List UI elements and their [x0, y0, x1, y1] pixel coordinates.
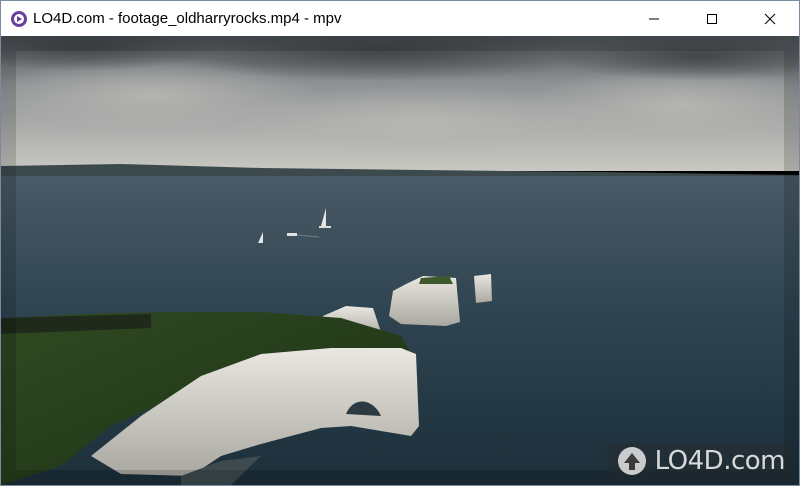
video-frame: [1, 36, 799, 485]
title-bar[interactable]: LO4D.com - footage_oldharryrocks.mp4 - m…: [1, 1, 799, 36]
lo4d-watermark: LO4D.com: [606, 443, 793, 479]
maximize-icon: [707, 13, 717, 24]
minimize-icon: [649, 18, 659, 19]
maximize-button[interactable]: [683, 1, 741, 36]
window-title: LO4D.com - footage_oldharryrocks.mp4 - m…: [33, 10, 342, 27]
minimize-button[interactable]: [625, 1, 683, 36]
mpv-window: LO4D.com - footage_oldharryrocks.mp4 - m…: [0, 0, 800, 486]
close-button[interactable]: [741, 1, 799, 36]
close-icon: [764, 13, 776, 24]
mpv-icon: [11, 10, 27, 27]
video-area[interactable]: LO4D.com: [1, 36, 799, 485]
lo4d-logo-icon: [617, 447, 646, 475]
watermark-text: LO4D.com: [654, 446, 786, 476]
